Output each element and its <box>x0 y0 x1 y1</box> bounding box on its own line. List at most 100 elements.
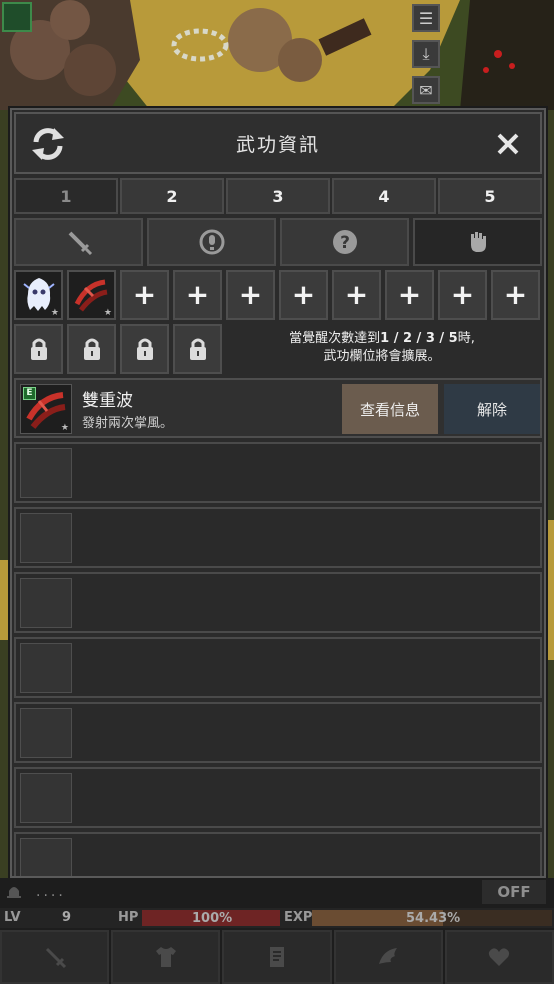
question-icon: ? <box>332 230 357 254</box>
download-icon[interactable]: ⤓ <box>412 40 440 68</box>
plus-icon: + <box>238 278 263 311</box>
menu-equipment-button[interactable] <box>111 930 221 984</box>
lock-icon <box>83 338 100 360</box>
hp-value: 100% <box>192 911 233 926</box>
scroll-icon <box>270 947 284 967</box>
empty-skill-icon-box <box>20 448 72 498</box>
note-line-2: 武功欄位將會擴展。 <box>323 349 441 364</box>
mail-icon[interactable]: ✉ <box>412 76 440 104</box>
tab-5[interactable]: 5 <box>438 178 542 214</box>
shirt-icon <box>155 947 176 967</box>
note-prefix: 當覺醒次數達到 <box>289 331 381 346</box>
star-icon: ★ <box>103 308 112 318</box>
note-numbers: 1 / 2 / 3 / 5 <box>380 331 458 346</box>
menu-quest-button[interactable] <box>222 930 332 984</box>
empty-slot[interactable]: + <box>332 270 381 320</box>
locked-slot <box>67 324 116 374</box>
plus-icon: + <box>291 278 316 311</box>
list-item[interactable] <box>14 832 542 876</box>
chat-text: .... <box>36 884 66 900</box>
empty-slot[interactable]: + <box>385 270 434 320</box>
svg-text:?: ? <box>340 233 350 253</box>
slot-ghost-skill[interactable]: ★ <box>14 270 63 320</box>
empty-slot[interactable]: + <box>173 270 222 320</box>
menu-pet-button[interactable] <box>333 930 443 984</box>
empty-slot[interactable]: + <box>226 270 275 320</box>
tab-2[interactable]: 2 <box>120 178 224 214</box>
wing-icon <box>379 948 398 964</box>
lock-icon <box>189 338 206 360</box>
sword-icon <box>68 231 92 256</box>
tab-3[interactable]: 3 <box>226 178 330 214</box>
tab-bell[interactable] <box>147 218 276 266</box>
list-item[interactable] <box>14 572 542 633</box>
selected-skill-icon-box: E ★ <box>20 384 72 434</box>
tab-sword[interactable] <box>14 218 143 266</box>
list-item[interactable] <box>14 637 542 698</box>
equipped-slots: ★ ★ + + + + + + + + <box>14 270 542 320</box>
exp-label: EXP <box>284 910 313 925</box>
skill-name: 雙重波 <box>82 391 133 411</box>
bottom-menu <box>0 930 554 984</box>
bell-icon <box>199 229 224 255</box>
tab-4[interactable]: 4 <box>332 178 436 214</box>
list-item[interactable] <box>14 767 542 828</box>
close-icon[interactable] <box>490 126 526 162</box>
locked-slots <box>14 324 222 374</box>
empty-slot[interactable]: + <box>491 270 540 320</box>
list-item[interactable] <box>14 442 542 503</box>
lv-label: LV <box>4 910 21 925</box>
plus-icon: + <box>450 278 475 311</box>
list-item[interactable] <box>14 702 542 763</box>
modal-header: 武功資訊 <box>14 112 542 174</box>
empty-skill-icon-box <box>20 643 72 693</box>
empty-skill-icon-box <box>20 513 72 563</box>
sword-icon <box>45 947 66 969</box>
locked-slot <box>173 324 222 374</box>
empty-slot[interactable]: + <box>279 270 328 320</box>
plus-icon: + <box>185 278 210 311</box>
plus-icon: + <box>344 278 369 311</box>
chat-bar[interactable]: .... OFF <box>0 878 554 906</box>
lock-icon <box>136 338 153 360</box>
auto-toggle[interactable]: OFF <box>482 880 546 904</box>
tab-1[interactable]: 1 <box>14 178 118 214</box>
stats-bar: LV 9 HP 100% EXP 54.43% <box>0 908 554 928</box>
empty-skill-icon-box <box>20 838 72 876</box>
empty-skill-icon-box <box>20 708 72 758</box>
empty-slot[interactable]: + <box>120 270 169 320</box>
plus-icon: + <box>397 278 422 311</box>
empty-skill-icon-box <box>20 578 72 628</box>
selected-skill-row[interactable]: E ★ 雙重波 發射兩次掌風。 查看信息 解除 <box>14 378 542 438</box>
star-icon: ★ <box>50 308 59 318</box>
hp-label: HP <box>118 910 139 925</box>
note-suffix: 時, <box>457 331 475 346</box>
top-right-icons: ☰ ⤓ ✉ <box>412 4 442 112</box>
slot-expansion-note: 當覺醒次數達到1 / 2 / 3 / 5時, 武功欄位將會擴展。 <box>232 330 532 366</box>
locked-slot <box>14 324 63 374</box>
plus-icon: + <box>503 278 528 311</box>
plus-icon: + <box>132 278 157 311</box>
fist-icon <box>470 232 486 252</box>
tab-fist[interactable] <box>413 218 542 266</box>
list-item[interactable] <box>14 507 542 568</box>
minimap-badge[interactable] <box>2 2 32 32</box>
grade-badge: E <box>23 387 36 400</box>
tab-question[interactable]: ? <box>280 218 409 266</box>
refresh-icon[interactable] <box>28 124 68 164</box>
empty-slot[interactable]: + <box>438 270 487 320</box>
view-info-button[interactable]: 查看信息 <box>342 384 438 434</box>
exp-value: 54.43% <box>406 911 461 926</box>
number-tabs: 1 2 3 4 5 <box>14 178 542 214</box>
menu-skills-button[interactable] <box>0 930 110 984</box>
slot-double-wave[interactable]: ★ <box>67 270 116 320</box>
menu-icon[interactable]: ☰ <box>412 4 440 32</box>
bottom-hud: .... OFF LV 9 HP 100% EXP 54.43% <box>0 878 554 984</box>
unequip-button[interactable]: 解除 <box>444 384 540 434</box>
empty-skill-icon-box <box>20 773 72 823</box>
skill-description: 發射兩次掌風。 <box>82 416 174 431</box>
menu-favorite-button[interactable] <box>444 930 554 984</box>
skill-list <box>14 442 542 876</box>
bell-icon <box>7 887 21 898</box>
lv-value: 9 <box>62 910 72 925</box>
